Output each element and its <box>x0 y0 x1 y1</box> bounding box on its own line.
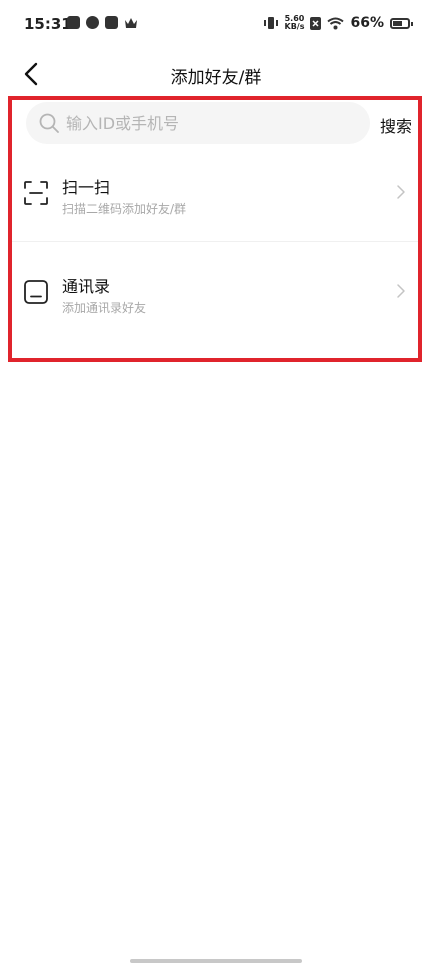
message-icon <box>67 16 80 29</box>
status-time: 15:31 <box>24 15 72 33</box>
tiktok-icon <box>105 16 118 29</box>
item-title: 扫一扫 <box>62 178 111 197</box>
battery-percent: 66% <box>350 15 384 31</box>
search-row: 搜索 <box>18 102 422 144</box>
vibrate-icon <box>263 17 278 29</box>
chevron-right-icon <box>397 185 405 199</box>
list-item-contacts[interactable]: 通讯录 添加通讯录好友 <box>12 243 418 341</box>
app-icon <box>86 16 99 29</box>
contacts-icon <box>24 280 48 304</box>
search-icon <box>39 113 59 133</box>
chevron-right-icon <box>397 284 405 298</box>
status-right: 5.60 KB/s 66% <box>263 15 413 31</box>
status-bar: 15:31 5.60 KB/s 66% <box>0 0 432 52</box>
search-button[interactable]: 搜索 <box>380 113 412 137</box>
search-input[interactable] <box>66 102 356 144</box>
search-box[interactable] <box>26 102 370 144</box>
item-title: 通讯录 <box>62 277 111 296</box>
item-subtitle: 扫描二维码添加好友/群 <box>62 202 187 216</box>
scan-icon <box>24 181 48 205</box>
page-title: 添加好友/群 <box>170 68 262 88</box>
battery-icon <box>390 17 413 29</box>
sim-off-icon <box>310 16 322 30</box>
network-speed: 5.60 KB/s <box>285 15 305 31</box>
notification-icons <box>67 16 138 29</box>
network-speed-unit: KB/s <box>284 22 305 31</box>
list-item-scan[interactable]: 扫一扫 扫描二维码添加好友/群 <box>12 144 418 242</box>
nav-bar: 添加好友/群 <box>0 52 432 96</box>
crown-icon <box>125 17 137 28</box>
home-indicator[interactable] <box>130 959 302 963</box>
wifi-icon <box>327 17 345 29</box>
item-subtitle: 添加通讯录好友 <box>62 301 147 315</box>
